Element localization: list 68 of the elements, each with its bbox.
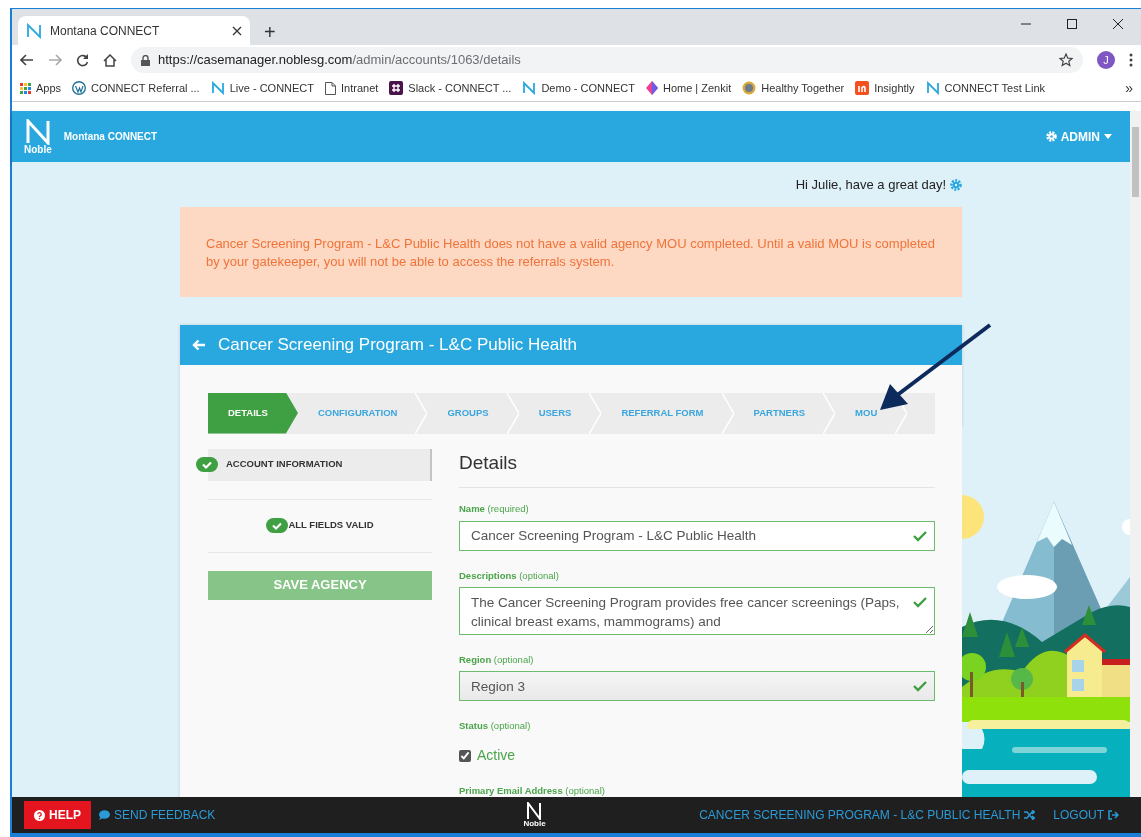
greeting-text: Hi Julie, have a great day! xyxy=(795,176,946,194)
bookmark-link[interactable]: Healthy Together xyxy=(742,79,845,97)
noble-logo-icon xyxy=(24,118,51,145)
bookmark-link[interactable]: Live - CONNECT xyxy=(210,79,314,97)
field-label: Primary Email Address (optional) xyxy=(459,784,606,797)
more-bookmarks-button[interactable]: » xyxy=(1125,77,1133,99)
reload-icon[interactable] xyxy=(76,53,89,67)
grid-icon xyxy=(20,82,31,94)
diamond-icon xyxy=(645,81,658,95)
help-button[interactable]: HELP xyxy=(24,801,91,829)
shuffle-icon xyxy=(1024,810,1036,820)
address-bar[interactable]: https://casemanager.noblesg.com/admin/accounts/1063/details xyxy=(131,47,1083,73)
field-label: Region (optional) xyxy=(459,652,535,667)
checkbox[interactable] xyxy=(459,749,471,762)
page-icon xyxy=(325,81,336,95)
home-icon[interactable] xyxy=(103,53,117,67)
text-field[interactable]: Cancer Screening Program - L&C Public Health xyxy=(459,520,935,551)
bookmark-link[interactable]: Apps xyxy=(20,79,62,97)
bookmark-link[interactable]: Demo - CONNECT xyxy=(522,79,635,97)
settings-icon xyxy=(1045,131,1057,142)
back-icon[interactable] xyxy=(20,54,34,66)
menu-icon[interactable] xyxy=(1129,53,1133,67)
lock-icon xyxy=(141,54,150,66)
noble-logo-icon xyxy=(925,81,940,95)
help-icon xyxy=(34,809,45,821)
scrollbar[interactable] xyxy=(1130,111,1141,797)
region-select[interactable]: Region 3 xyxy=(459,671,935,702)
bookmark-link[interactable]: Insightly xyxy=(855,79,915,97)
field-label: Name (required) xyxy=(459,502,530,517)
close-icon[interactable] xyxy=(1113,19,1123,29)
new-tab-button[interactable]: + xyxy=(258,21,282,43)
insightly-icon xyxy=(855,81,870,95)
noble-logo-icon xyxy=(522,81,537,95)
profile-avatar[interactable]: J xyxy=(1097,51,1115,69)
close-icon[interactable] xyxy=(232,25,242,36)
logout-icon xyxy=(1108,810,1119,820)
send-feedback-link[interactable]: SEND FEEDBACK xyxy=(99,806,216,824)
brand-name: Noble xyxy=(523,820,546,828)
bookmark-link[interactable]: Slack - CONNECT ... xyxy=(389,79,512,97)
seal-icon xyxy=(742,81,757,95)
bookmark-link[interactable]: Intranet xyxy=(325,79,379,97)
section-tab[interactable]: ACCOUNT INFORMATION xyxy=(208,448,432,481)
browser-tab[interactable]: Montana CONNECT xyxy=(18,16,250,45)
noble-logo-icon xyxy=(26,22,42,39)
form-heading: Details xyxy=(459,448,935,489)
back-arrow-icon[interactable] xyxy=(192,338,206,351)
app-title: Montana CONNECT xyxy=(63,130,158,144)
noble-logo-icon xyxy=(526,802,543,820)
bookmark-link[interactable]: Home | Zenkit xyxy=(645,79,732,97)
slack-icon xyxy=(389,81,404,95)
logout-link[interactable]: LOGOUT xyxy=(1053,806,1119,824)
caret-icon xyxy=(1104,134,1112,139)
url-text: https://casemanager.noblesg.com/admin/accounts/1063/details xyxy=(158,51,521,70)
bookmark-link[interactable]: CONNECT Test Link xyxy=(925,79,1045,97)
validation-status: ALL FIELDS VALID xyxy=(288,518,374,533)
wordpress-icon xyxy=(72,81,87,95)
description-field[interactable]: The Cancer Screening Program provides free cancer screenings (Paps, clinical breast exams, mammograms) and xyxy=(459,586,935,635)
star-icon[interactable] xyxy=(1059,53,1073,67)
brand-name: Noble xyxy=(24,144,52,155)
maximize-icon[interactable] xyxy=(1067,19,1077,29)
alert-message: Cancer Screening Program - L&C Public Health does not have a valid agency MOU completed. Until a valid MOU is completed by your gatekeeper, you will not be able to access the referrals system. xyxy=(180,206,962,297)
bookmark-link[interactable]: CONNECT Referral ... xyxy=(72,79,200,97)
noble-logo-icon xyxy=(210,81,225,95)
speech-bubble-icon xyxy=(99,810,110,820)
switch-account-link[interactable]: CANCER SCREENING PROGRAM - L&C PUBLIC HEALTH xyxy=(699,806,1036,824)
field-label: Status (optional) xyxy=(459,719,532,734)
field-label: Descriptions (optional) xyxy=(459,568,560,583)
card-title: Cancer Screening Program - L&C Public Health xyxy=(218,333,578,356)
